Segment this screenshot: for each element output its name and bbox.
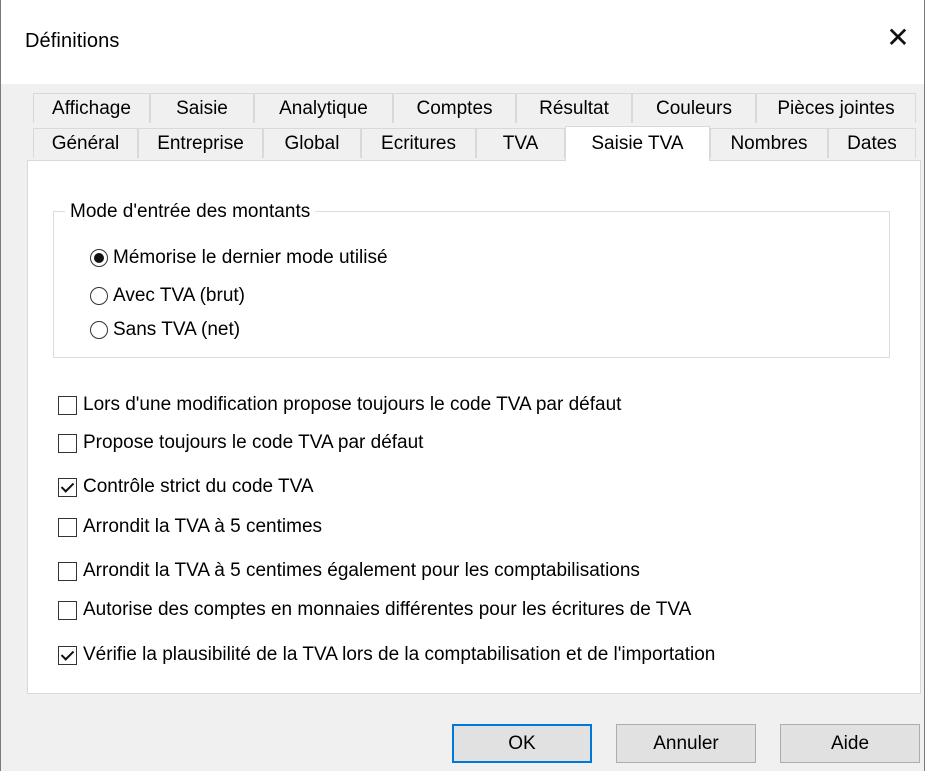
- group-legend: Mode d'entrée des montants: [65, 201, 316, 223]
- window-title: Définitions: [25, 30, 120, 52]
- checkbox-icon[interactable]: [58, 561, 77, 581]
- checkbox-icon[interactable]: [58, 517, 77, 537]
- tab-resultat[interactable]: Résultat: [516, 93, 632, 123]
- tab-couleurs[interactable]: Couleurs: [632, 93, 756, 123]
- cancel-button[interactable]: Annuler: [616, 724, 756, 763]
- definitions-dialog: Définitions ✕ Affichage Saisie Analytiqu…: [0, 0, 925, 771]
- tab-affichage[interactable]: Affichage: [33, 93, 150, 123]
- checkbox-round-vat-postings[interactable]: Arrondit la TVA à 5 centimes également p…: [58, 560, 640, 582]
- close-icon[interactable]: ✕: [880, 20, 916, 56]
- tab-saisie[interactable]: Saisie: [150, 93, 254, 123]
- radio-icon[interactable]: [90, 321, 108, 339]
- checkbox-multi-currency-accounts[interactable]: Autorise des comptes en monnaies différe…: [58, 599, 691, 621]
- title-bar: Définitions ✕: [1, 0, 924, 84]
- tab-ecritures[interactable]: Ecritures: [361, 128, 476, 158]
- tab-saisie-tva[interactable]: Saisie TVA: [565, 126, 710, 161]
- tab-entreprise[interactable]: Entreprise: [138, 128, 263, 158]
- radio-label: Sans TVA (net): [113, 319, 241, 340]
- checkbox-checked-icon[interactable]: [58, 477, 77, 497]
- checkbox-round-vat[interactable]: Arrondit la TVA à 5 centimes: [58, 516, 322, 538]
- checkbox-icon[interactable]: [58, 395, 77, 415]
- tab-analytique[interactable]: Analytique: [254, 93, 393, 123]
- radio-with-vat[interactable]: Avec TVA (brut): [90, 285, 245, 307]
- radio-label: Avec TVA (brut): [113, 285, 245, 306]
- checkbox-icon[interactable]: [58, 600, 77, 620]
- radio-icon[interactable]: [90, 287, 108, 305]
- checkbox-label: Vérifie la plausibilité de la TVA lors d…: [83, 644, 716, 665]
- radio-label: Mémorise le dernier mode utilisé: [113, 247, 388, 268]
- checkbox-label: Arrondit la TVA à 5 centimes: [83, 516, 323, 537]
- tab-global[interactable]: Global: [263, 128, 361, 158]
- radio-remember-mode[interactable]: Mémorise le dernier mode utilisé: [90, 247, 388, 269]
- tab-dates[interactable]: Dates: [828, 128, 916, 158]
- checkbox-label: Contrôle strict du code TVA: [83, 476, 314, 497]
- help-button[interactable]: Aide: [780, 724, 920, 763]
- checkbox-strict-vat-control[interactable]: Contrôle strict du code TVA: [58, 476, 314, 498]
- radio-checked-icon[interactable]: [90, 249, 108, 267]
- ok-button[interactable]: OK: [452, 724, 592, 763]
- tab-tva[interactable]: TVA: [476, 128, 565, 158]
- tab-nombres[interactable]: Nombres: [710, 128, 828, 158]
- tab-pieces-jointes[interactable]: Pièces jointes: [756, 93, 916, 123]
- tab-comptes[interactable]: Comptes: [393, 93, 516, 123]
- checkbox-label: Lors d'une modification propose toujours…: [83, 394, 622, 415]
- checkbox-vat-plausibility[interactable]: Vérifie la plausibilité de la TVA lors d…: [58, 644, 715, 666]
- checkbox-checked-icon[interactable]: [58, 645, 77, 665]
- checkbox-label: Propose toujours le code TVA par défaut: [83, 432, 424, 453]
- checkbox-always-default-vat[interactable]: Propose toujours le code TVA par défaut: [58, 432, 423, 454]
- radio-without-vat[interactable]: Sans TVA (net): [90, 319, 240, 341]
- checkbox-label: Autorise des comptes en monnaies différe…: [83, 599, 692, 620]
- tab-general[interactable]: Général: [33, 128, 138, 158]
- checkbox-modification-default-vat[interactable]: Lors d'une modification propose toujours…: [58, 394, 621, 416]
- checkbox-icon[interactable]: [58, 433, 77, 453]
- checkbox-label: Arrondit la TVA à 5 centimes également p…: [83, 560, 640, 581]
